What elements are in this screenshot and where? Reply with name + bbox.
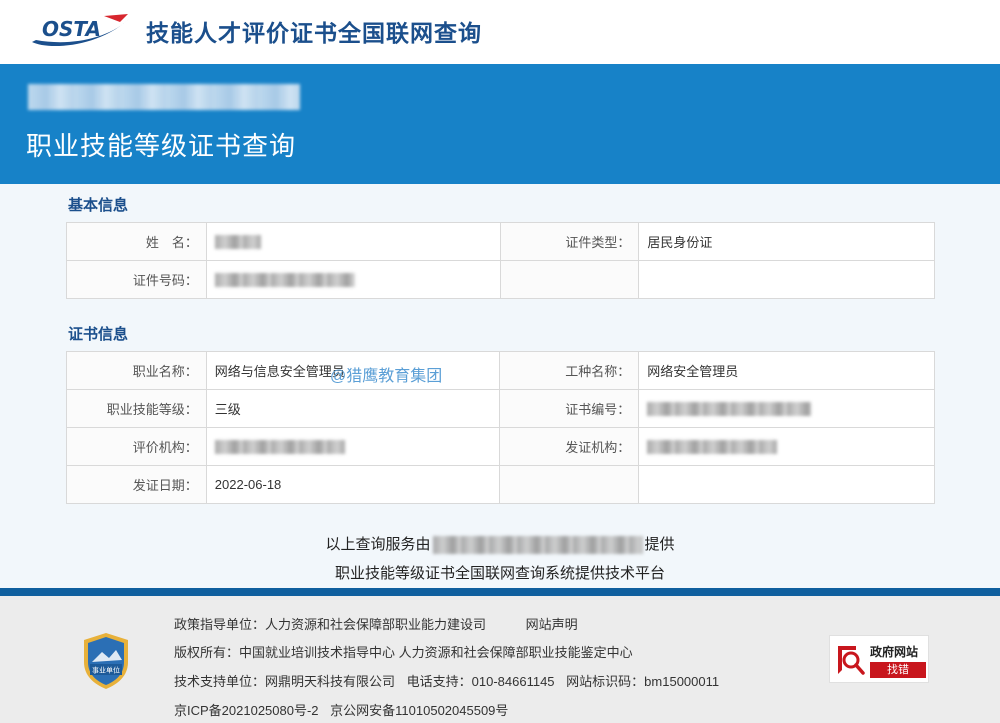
table-row: 职业名称： 网络与信息安全管理员 工种名称： 网络安全管理员 <box>66 351 935 390</box>
icp-link[interactable]: 京ICP备2021025080号-2 <box>174 703 319 718</box>
empty-label <box>499 260 640 299</box>
job-type-value: 网络安全管理员 <box>638 351 935 390</box>
evaluator-label: 评价机构： <box>66 427 207 466</box>
id-number-label: 证件号码： <box>66 260 207 299</box>
provided-prefix: 以上查询服务由 <box>325 536 431 553</box>
page-banner: 职业技能等级证书查询 <box>0 64 1000 184</box>
footer-line-2: 版权所有：中国就业培训技术指导中心 人力资源和社会保障部职业技能鉴定中心 <box>174 645 633 660</box>
redacted-provider <box>432 536 643 555</box>
cert-info-table: 职业名称： 网络与信息安全管理员 工种名称： 网络安全管理员 职业技能等级： 三… <box>66 351 935 504</box>
skill-level-value: 三级 <box>205 389 501 428</box>
site-id-text: 网站标识码：bm15000011 <box>566 674 720 689</box>
footer-line-1: 政策指导单位：人力资源和社会保障部职业能力建设司 网站声明 <box>174 614 586 633</box>
basic-info-table: 姓 名： 证件类型： 居民身份证 证件号码： <box>66 222 935 299</box>
cert-number-value <box>638 389 935 428</box>
table-row: 证件号码： <box>66 260 935 299</box>
id-type-label: 证件类型： <box>499 222 640 261</box>
cert-number-label: 证书编号： <box>499 389 640 428</box>
policy-unit-text: 政策指导单位：人力资源和社会保障部职业能力建设司 <box>174 617 487 632</box>
gov-site-error-report-button[interactable]: 政府网站 找错 <box>829 635 929 683</box>
table-row: 姓 名： 证件类型： 居民身份证 <box>66 222 935 261</box>
blurred-subtitle <box>28 84 300 110</box>
phone-support-text: 电话支持：010-84661145 <box>406 674 555 689</box>
gov-site-label: 政府网站 <box>870 645 919 659</box>
name-value <box>205 222 501 261</box>
provided-suffix: 提供 <box>644 536 675 553</box>
issue-date-value: 2022-06-18 <box>205 465 501 504</box>
provided-by-line: 以上查询服务由 提供 <box>0 533 1000 555</box>
issuer-label: 发证机构： <box>499 427 640 466</box>
redacted-value <box>647 440 778 455</box>
svg-text:事业单位: 事业单位 <box>92 666 120 675</box>
id-number-value <box>205 260 501 299</box>
job-type-label: 工种名称： <box>499 351 640 390</box>
id-type-value: 居民身份证 <box>638 222 935 261</box>
redacted-value <box>647 402 812 417</box>
watermark: @猎鹰教育集团 <box>330 368 443 385</box>
site-title: 技能人才评价证书全国联网查询 <box>146 20 482 46</box>
issue-date-label: 发证日期： <box>66 465 207 504</box>
page-title: 职业技能等级证书查询 <box>26 131 297 161</box>
skill-level-label: 职业技能等级： <box>66 389 207 428</box>
public-institution-badge-icon[interactable]: 事业单位 <box>82 632 130 690</box>
redacted-value <box>214 273 355 288</box>
evaluator-value <box>205 427 501 466</box>
table-row: 职业技能等级： 三级 证书编号： <box>66 389 935 428</box>
platform-line: 职业技能等级证书全国联网查询系统提供技术平台 <box>334 565 665 582</box>
occupation-label: 职业名称： <box>66 351 207 390</box>
table-row: 评价机构： 发证机构： <box>66 427 935 466</box>
redacted-value <box>214 440 345 455</box>
find-error-label: 找错 <box>870 662 926 678</box>
section-title-cert: 证书信息 <box>68 326 129 343</box>
empty-value <box>638 465 935 504</box>
issuer-value <box>638 427 935 466</box>
empty-value <box>638 260 935 299</box>
site-header: OSTA 技能人才评价证书全国联网查询 <box>0 0 1000 64</box>
section-title-basic: 基本信息 <box>68 197 129 214</box>
footer-line-3: 技术支持单位：网鼎明天科技有限公司 电话支持：010-84661145 网站标识… <box>174 671 727 690</box>
site-footer: 事业单位 政策指导单位：人力资源和社会保障部职业能力建设司 网站声明 版权所有：… <box>0 596 1000 723</box>
magnifier-icon <box>838 646 865 675</box>
name-label: 姓 名： <box>66 222 207 261</box>
tech-support-text: 技术支持单位：网鼎明天科技有限公司 <box>174 674 396 689</box>
police-record-link[interactable]: 京公网安备11010502045509号 <box>330 703 508 718</box>
svg-text:OSTA: OSTA <box>42 17 101 41</box>
empty-label <box>499 465 640 504</box>
osta-logo-icon[interactable]: OSTA <box>28 10 134 50</box>
table-row: 发证日期： 2022-06-18 <box>66 465 935 504</box>
site-statement-link[interactable]: 网站声明 <box>526 617 578 632</box>
redacted-value <box>214 235 261 250</box>
footer-divider <box>0 588 1000 596</box>
footer-line-4: 京ICP备2021025080号-2 京公网安备11010502045509号 <box>174 700 516 719</box>
